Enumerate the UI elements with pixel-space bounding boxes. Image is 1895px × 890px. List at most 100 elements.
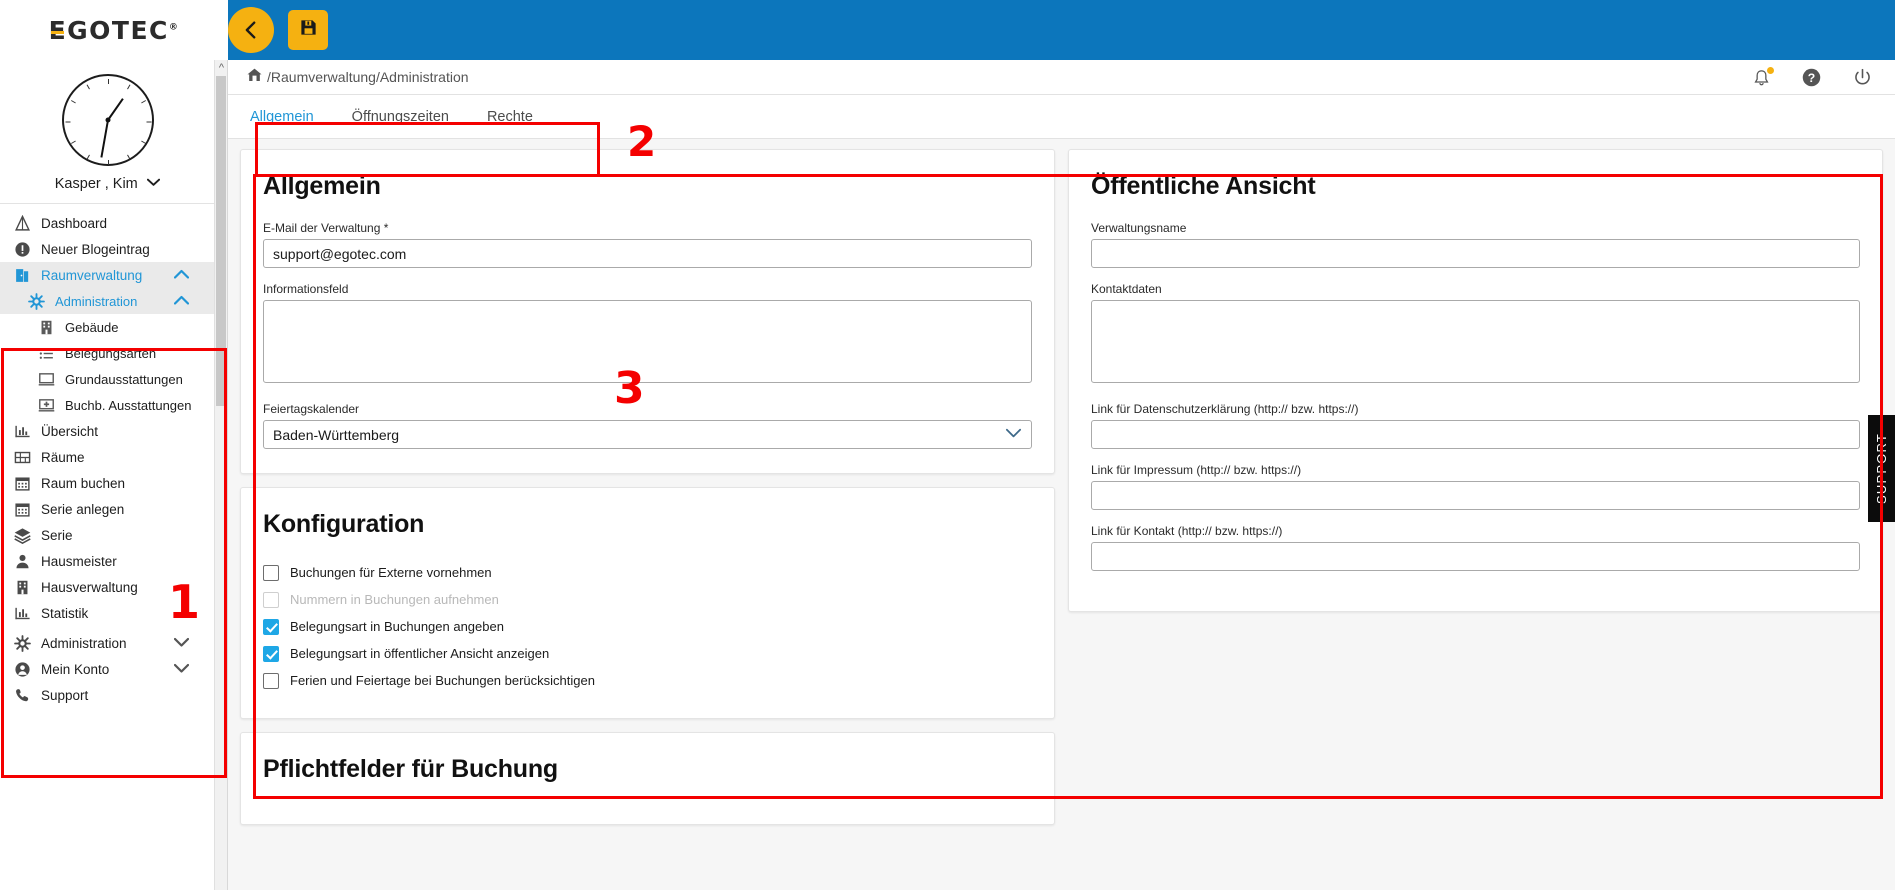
field-input[interactable] xyxy=(1091,239,1860,268)
sidebar-item-dashboard[interactable]: Dashboard xyxy=(0,210,215,236)
notification-badge xyxy=(1767,66,1774,74)
calendar-icon xyxy=(12,500,32,518)
email-label: E-Mail der Verwaltung * xyxy=(263,221,389,235)
sidebar-item-label: Mein Konto xyxy=(41,661,110,677)
bell-icon[interactable] xyxy=(1752,66,1774,88)
sidebar-item-administration[interactable]: Administration xyxy=(0,288,215,314)
email-input[interactable] xyxy=(263,239,1032,268)
info-textarea[interactable] xyxy=(263,300,1032,383)
sidebar-item-neuer-blogeintrag[interactable]: Neuer Blogeintrag xyxy=(0,236,215,262)
field-group: Link für Impressum (http:// bzw. https:/… xyxy=(1091,463,1860,510)
sidebar-item-label: Serie xyxy=(41,527,73,543)
sidebar-item-serie-anlegen[interactable]: Serie anlegen xyxy=(0,496,215,522)
sidebar-item-grundausstattungen[interactable]: Grundausstattungen xyxy=(0,366,215,392)
sidebar-item-gebäude[interactable]: Gebäude xyxy=(0,314,215,340)
chevron-up-icon[interactable] xyxy=(173,294,190,309)
chart-icon xyxy=(12,422,32,440)
checkbox-unchecked[interactable] xyxy=(263,672,279,689)
back-button[interactable] xyxy=(228,7,274,53)
checkbox-checked[interactable] xyxy=(263,645,279,662)
field-textarea[interactable] xyxy=(1091,300,1860,383)
checkbox-row[interactable]: Belegungsart in öffentlicher Ansicht anz… xyxy=(263,640,1032,667)
field-input[interactable] xyxy=(1091,481,1860,510)
pflichtfelder-title: Pflichtfelder für Buchung xyxy=(263,755,559,783)
sidebar-item-hausverwaltung[interactable]: Hausverwaltung xyxy=(0,574,215,600)
building-icon xyxy=(36,318,56,336)
konfiguration-card: Konfiguration Buchungen für Externe vorn… xyxy=(240,487,1055,719)
list-icon xyxy=(36,344,56,362)
chevron-down-icon[interactable] xyxy=(173,662,190,677)
dashboard-icon xyxy=(12,214,32,232)
checkbox-row[interactable]: Buchungen für Externe vornehmen xyxy=(263,559,1032,586)
building-icon xyxy=(12,578,32,596)
checkbox-row[interactable]: Ferien und Feiertage bei Buchungen berüc… xyxy=(263,667,1032,694)
account-icon xyxy=(12,660,32,678)
field-group: Link für Kontakt (http:// bzw. https://) xyxy=(1091,524,1860,571)
sidebar-item-label: Statistik xyxy=(41,605,89,621)
sidebar-item-räume[interactable]: Räume xyxy=(0,444,215,470)
breadcrumb-path[interactable]: /Raumverwaltung/Administration xyxy=(267,69,469,85)
sidebar-item-support[interactable]: Support xyxy=(0,682,215,708)
save-button[interactable] xyxy=(288,10,328,50)
tab-allgemein[interactable]: Allgemein xyxy=(250,95,314,139)
sidebar-item-label: Support xyxy=(41,687,89,703)
breadcrumb-bar: /Raumverwaltung/Administration ? xyxy=(228,60,1895,95)
email-field-group: E-Mail der Verwaltung * xyxy=(263,221,1032,268)
app-root: EGOTEC® Kasper , Kim Dashboard Neuer Blo… xyxy=(0,0,1895,890)
checkbox-unchecked[interactable] xyxy=(263,564,279,581)
sidebar-item-übersicht[interactable]: Übersicht xyxy=(0,418,215,444)
checkbox-label: Nummern in Buchungen aufnehmen xyxy=(290,592,499,607)
sidebar-item-label: Hausmeister xyxy=(41,553,117,569)
chart-icon xyxy=(12,604,32,622)
tab-bar: Allgemein Öffnungszeiten Rechte xyxy=(228,95,1895,139)
chevron-down-icon[interactable] xyxy=(147,174,161,192)
checkbox-checked[interactable] xyxy=(263,618,279,635)
chevron-up-icon[interactable] xyxy=(173,268,190,283)
power-icon[interactable] xyxy=(1852,67,1873,88)
home-icon[interactable] xyxy=(246,67,263,88)
checkbox-label: Ferien und Feiertage bei Buchungen berüc… xyxy=(290,673,595,688)
sidebar-item-serie[interactable]: Serie xyxy=(0,522,215,548)
support-side-tab-label: SUPPORT xyxy=(1874,432,1890,505)
holiday-field-group: Feiertagskalender Baden-Württemberg xyxy=(263,402,1032,449)
sidebar-item-label: Administration xyxy=(55,293,138,309)
scrollbar-thumb[interactable] xyxy=(216,76,226,406)
scroll-up-arrow-icon[interactable]: ^ xyxy=(216,63,227,74)
sidebar-item-raum-buchen[interactable]: Raum buchen xyxy=(0,470,215,496)
sidebar-item-belegungsarten[interactable]: Belegungsarten xyxy=(0,340,215,366)
support-side-tab[interactable]: SUPPORT xyxy=(1868,415,1895,522)
checkbox-unchecked xyxy=(263,591,279,608)
user-profile[interactable]: Kasper , Kim xyxy=(0,60,215,204)
sidebar-scrollbar[interactable]: ^ xyxy=(214,60,227,890)
sidebar-item-raumverwaltung[interactable]: Raumverwaltung xyxy=(0,262,215,288)
chevron-down-icon[interactable] xyxy=(173,636,190,651)
clock-icon xyxy=(61,74,154,166)
holiday-select[interactable]: Baden-Württemberg xyxy=(263,420,1032,449)
checkbox-row[interactable]: Belegungsart in Buchungen angeben xyxy=(263,613,1032,640)
tab-rechte[interactable]: Rechte xyxy=(487,95,533,139)
rooms-icon xyxy=(12,448,32,466)
save-disk-icon xyxy=(299,18,318,42)
checkbox-label: Belegungsart in Buchungen angeben xyxy=(290,619,504,634)
sidebar-item-label: Raumverwaltung xyxy=(41,267,143,283)
tab-öffnungszeiten[interactable]: Öffnungszeiten xyxy=(352,95,449,139)
field-input[interactable] xyxy=(1091,420,1860,449)
info-field-group: Informationsfeld xyxy=(263,282,1032,388)
sidebar-item-administration[interactable]: Administration xyxy=(0,630,215,656)
konfiguration-title: Konfiguration xyxy=(263,510,425,538)
sidebar-item-label: Gebäude xyxy=(65,319,119,335)
pflichtfelder-card: Pflichtfelder für Buchung xyxy=(240,732,1055,825)
content-area: Allgemein E-Mail der Verwaltung * Inform… xyxy=(228,139,1895,838)
right-column: Öffentliche Ansicht Verwaltungsname Konta… xyxy=(1068,149,1883,625)
field-input[interactable] xyxy=(1091,542,1860,571)
field-label: Verwaltungsname xyxy=(1091,221,1187,235)
checkbox-row[interactable]: Nummern in Buchungen aufnehmen xyxy=(263,586,1032,613)
logo-registered-mark: ® xyxy=(168,22,180,33)
help-icon[interactable]: ? xyxy=(1801,67,1822,88)
sidebar-item-statistik[interactable]: Statistik xyxy=(0,600,215,626)
sidebar-item-buchb-ausstattungen[interactable]: Buchb. Ausstattungen xyxy=(0,392,215,418)
sidebar-item-label: Raum buchen xyxy=(41,475,126,491)
calendar-icon xyxy=(12,474,32,492)
sidebar-item-mein-konto[interactable]: Mein Konto xyxy=(0,656,215,682)
sidebar-item-hausmeister[interactable]: Hausmeister xyxy=(0,548,215,574)
